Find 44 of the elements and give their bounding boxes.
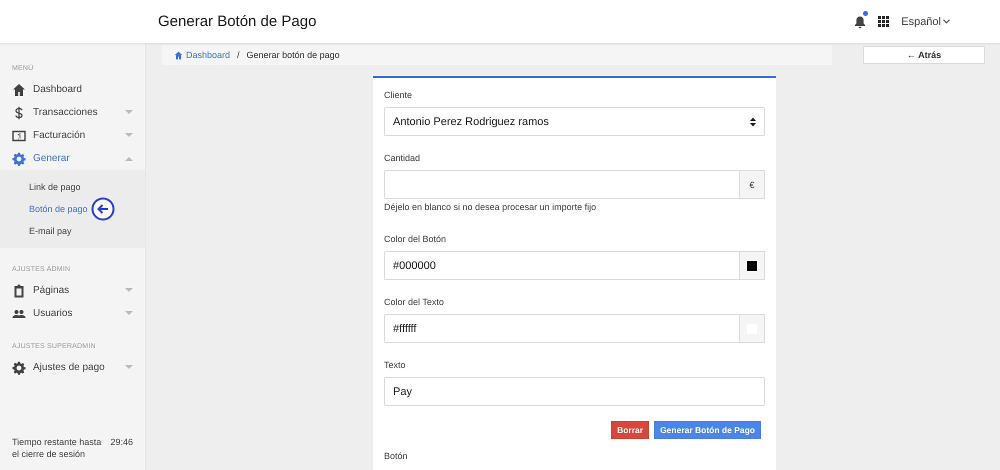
gear-icon [12,152,26,166]
sidebar-item[interactable]: Usuarios [0,302,145,325]
sidebar-item[interactable]: Transacciones [0,101,145,124]
submenu-item[interactable]: Link de pago [29,182,81,192]
field-label: Color del Botón [384,234,448,244]
invoice-icon [12,128,26,142]
breadcrumb-separator: / [237,50,240,60]
field-label: Cantidad [384,153,422,163]
sidebar-item[interactable]: Dashboard [0,78,145,101]
field-label: Texto [384,360,407,370]
color-swatch-addon[interactable] [740,314,765,343]
session-timeout-label: Tiempo restante hasta el cierre de sesión [12,436,102,460]
input-field[interactable]: #000000 [384,251,740,280]
client-select[interactable]: Antonio Perez Rodriguez ramos [384,107,765,136]
text-input[interactable]: Pay [384,377,765,406]
up-down-caret-icon [750,116,756,126]
caret-icon [943,19,950,24]
generate-button[interactable]: Generar Botón de Pago [654,421,761,439]
input-field[interactable] [384,170,740,199]
help-text: Déjelo en blanco si no desea procesar un importe fijo [384,202,598,212]
language-dropdown[interactable]: Español [901,16,950,28]
apps-grid-icon[interactable] [878,16,890,27]
breadcrumb-current: Generar botón de pago [246,50,340,60]
sidebar-item[interactable]: Ajustes de pago [0,356,145,379]
field-label: Botón [384,451,409,461]
submenu-item[interactable]: Botón de pago [29,204,88,214]
field-label: Color del Texto [384,297,445,307]
gear-icon [12,360,26,374]
page-title: Generar Botón de Pago [158,13,316,30]
back-button[interactable]: ← Atrás [863,46,985,64]
input-field[interactable]: #ffffff [384,314,740,343]
sidebar-item[interactable]: Facturación [0,124,145,147]
field-label: Cliente [384,90,414,100]
submenu-item[interactable]: E-mail pay [29,226,72,236]
currency-addon: € [740,170,765,199]
sidebar-item[interactable]: Páginas [0,279,145,302]
sidebar-item[interactable]: Generar [0,147,145,170]
home-icon [174,50,183,60]
clipboard-icon [12,284,26,298]
color-swatch-addon[interactable] [740,251,765,280]
home-icon [12,82,26,96]
clear-button[interactable]: Borrar [611,421,650,439]
breadcrumb-link[interactable]: Dashboard [174,50,230,60]
session-timer: 29:46 [110,436,133,449]
